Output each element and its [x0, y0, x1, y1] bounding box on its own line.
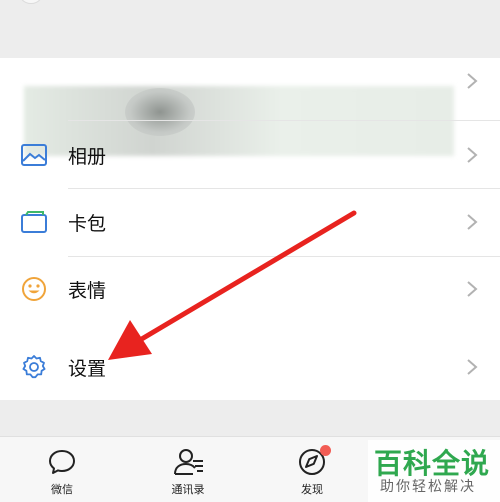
annotation-arrow — [108, 210, 357, 360]
